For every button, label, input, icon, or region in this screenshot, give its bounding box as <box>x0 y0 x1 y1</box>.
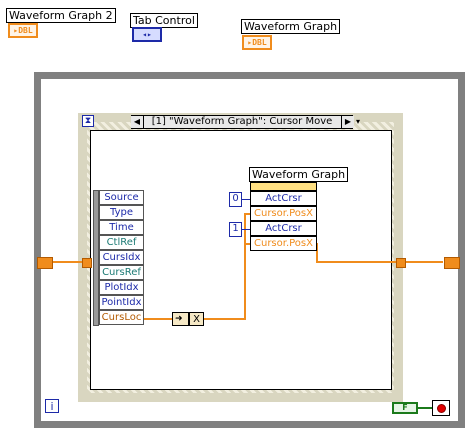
event-case-selector[interactable]: [1] "Waveform Graph": Cursor Move <box>131 115 353 129</box>
event-data-node[interactable]: Source Type Time CtlRef CursIdx CursRef … <box>93 190 144 326</box>
event-data-time[interactable]: Time <box>99 220 144 235</box>
const-0[interactable]: 0 <box>229 192 242 207</box>
tab-type-text: ◂▸ <box>142 30 152 39</box>
event-right-tunnel[interactable] <box>396 258 406 268</box>
wire-x-vertical <box>244 243 246 320</box>
event-case-label: [1] "Waveform Graph": Cursor Move <box>151 116 333 127</box>
event-data-pointidx[interactable]: PointIdx <box>99 295 144 310</box>
tab-control-label: Tab Control <box>130 13 198 28</box>
wire-x-out <box>204 318 246 320</box>
wire-join <box>204 318 206 320</box>
unbundle-arrow-icon: ➜ <box>175 314 183 324</box>
tab-control-terminal[interactable]: ◂▸ <box>132 27 162 42</box>
unbundle-node[interactable]: ➜ <box>172 312 189 326</box>
iteration-terminal[interactable]: i <box>45 399 59 413</box>
waveform-graph-2-label: Waveform Graph 2 <box>6 8 116 23</box>
prop-cursor-posx-2[interactable]: Cursor.PosX <box>250 236 317 251</box>
event-data-cursref[interactable]: CursRef <box>99 265 144 280</box>
event-data-cursidx[interactable]: CursIdx <box>99 250 144 265</box>
right-shift-register[interactable] <box>444 257 460 269</box>
false-constant[interactable]: F <box>392 402 418 414</box>
const-1[interactable]: 1 <box>229 222 242 237</box>
event-data-cursloc[interactable]: CursLoc <box>99 310 144 325</box>
unbundle-field[interactable]: X <box>189 312 204 326</box>
prop-actcrsr-1[interactable]: ActCrsr <box>250 191 317 206</box>
event-data-source[interactable]: Source <box>99 190 144 205</box>
wire-posx-out <box>316 261 401 263</box>
waveform-graph-2-terminal[interactable]: ▸ DBL <box>8 23 38 38</box>
stop-terminal[interactable] <box>432 400 450 416</box>
waveform-graph-label: Waveform Graph <box>241 19 341 34</box>
wire-bool <box>418 407 432 409</box>
event-data-type[interactable]: Type <box>99 205 144 220</box>
left-shift-register[interactable] <box>37 257 53 269</box>
dbl-type-text-2: DBL <box>252 38 267 47</box>
waveform-graph-terminal[interactable]: ▸ DBL <box>242 35 272 50</box>
prev-case-icon[interactable]: ◀ <box>131 116 144 128</box>
wire-cursloc <box>144 318 172 320</box>
prop-cursor-posx-1[interactable]: Cursor.PosX <box>250 206 317 221</box>
hourglass-icon[interactable]: ⧗ <box>82 115 94 127</box>
event-data-plotidx[interactable]: PlotIdx <box>99 280 144 295</box>
dbl-type-text: DBL <box>18 26 33 35</box>
case-dropdown-icon[interactable]: ▾ <box>353 116 363 128</box>
prop-actcrsr-2[interactable]: ActCrsr <box>250 221 317 236</box>
stop-icon <box>437 404 446 413</box>
wire-join-2 <box>244 243 246 245</box>
property-node-header[interactable] <box>250 182 317 191</box>
event-left-tunnel[interactable] <box>82 258 92 268</box>
wire-right-shift <box>405 261 443 263</box>
property-node-title: Waveform Graph <box>249 167 349 182</box>
event-data-ctlref[interactable]: CtlRef <box>99 235 144 250</box>
